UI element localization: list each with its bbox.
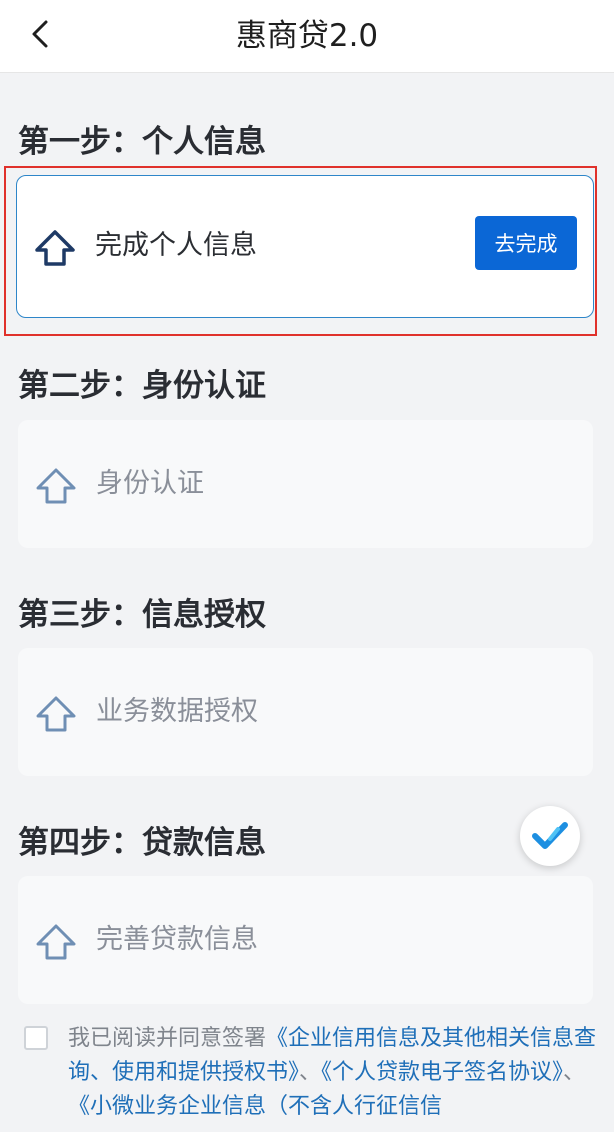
up-arrow-icon xyxy=(36,468,76,504)
step-3-title: 第三步：信息授权 xyxy=(18,597,266,633)
step-1-card[interactable]: 完成个人信息 去完成 xyxy=(16,175,594,318)
step-2-title: 第二步：身份认证 xyxy=(18,368,266,404)
agree-checkbox[interactable] xyxy=(24,1026,48,1050)
agreement-text: 我已阅读并同意签署《企业信用信息及其他相关信息查询、使用和提供授权书》、《个人贷… xyxy=(68,1022,598,1124)
agreement-prefix: 我已阅读并同意签署 xyxy=(68,1026,267,1051)
step-3-card[interactable]: 业务数据授权 xyxy=(18,648,593,776)
up-arrow-icon xyxy=(35,230,75,266)
agreement-separator: 、 xyxy=(299,1060,322,1085)
step-4-card-label: 完善贷款信息 xyxy=(96,924,258,955)
agreement-separator-2: 、 xyxy=(563,1060,586,1085)
agreement-link-2[interactable]: 《个人贷款电子签名协议》 xyxy=(321,1060,563,1085)
step-3-card-label: 业务数据授权 xyxy=(96,696,258,727)
step-4-card[interactable]: 完善贷款信息 xyxy=(18,876,593,1004)
floating-check-button[interactable] xyxy=(520,806,580,866)
step-2-card-label: 身份认证 xyxy=(96,468,204,499)
step-1-card-label: 完成个人信息 xyxy=(95,230,257,261)
step-2-card[interactable]: 身份认证 xyxy=(18,420,593,548)
up-arrow-icon xyxy=(36,924,76,960)
up-arrow-icon xyxy=(36,696,76,732)
step-4-title: 第四步：贷款信息 xyxy=(18,825,266,861)
step-1-title: 第一步：个人信息 xyxy=(18,124,266,160)
agreement-link-3[interactable]: 《小微业务企业信息（不含人行征信信 xyxy=(68,1094,442,1119)
check-icon xyxy=(532,822,568,849)
complete-button[interactable]: 去完成 xyxy=(475,216,577,270)
header-bar: 惠商贷2.0 xyxy=(0,0,614,73)
page-title: 惠商贷2.0 xyxy=(235,18,379,54)
